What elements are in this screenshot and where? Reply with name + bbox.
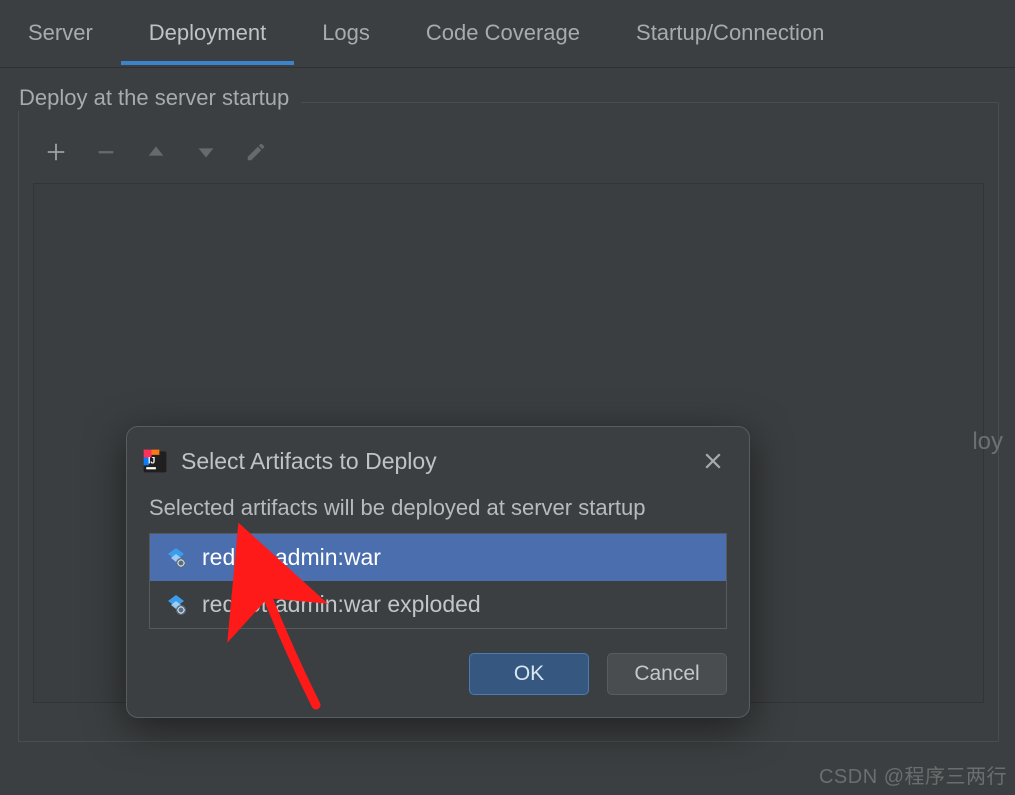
tab-code-coverage[interactable]: Code Coverage bbox=[398, 4, 608, 64]
edit-icon[interactable] bbox=[243, 139, 269, 165]
move-down-icon[interactable] bbox=[193, 139, 219, 165]
artifact-list: redpot-admin:war redpot-admin:war explod… bbox=[149, 533, 727, 629]
close-icon[interactable] bbox=[699, 447, 727, 475]
watermark: CSDN @程序三两行 bbox=[819, 760, 1007, 789]
background-ghost-text: loy bbox=[972, 428, 1003, 456]
svg-text:IJ: IJ bbox=[148, 456, 155, 466]
dialog-header: IJ Select Artifacts to Deploy bbox=[127, 427, 749, 485]
move-up-icon[interactable] bbox=[143, 139, 169, 165]
tab-logs[interactable]: Logs bbox=[294, 4, 398, 64]
add-icon[interactable] bbox=[43, 139, 69, 165]
dialog-footer: OK Cancel bbox=[127, 629, 749, 699]
artifact-item-war-exploded[interactable]: redpot-admin:war exploded bbox=[150, 581, 726, 628]
artifact-label: redpot-admin:war exploded bbox=[202, 591, 481, 618]
intellij-icon: IJ bbox=[141, 447, 169, 475]
deploy-toolbar bbox=[19, 131, 998, 179]
fieldset-legend: Deploy at the server startup bbox=[17, 85, 301, 111]
tab-server[interactable]: Server bbox=[20, 4, 121, 64]
dialog-title: Select Artifacts to Deploy bbox=[181, 448, 687, 475]
dialog-description: Selected artifacts will be deployed at s… bbox=[149, 495, 727, 521]
tab-startup-connection[interactable]: Startup/Connection bbox=[608, 4, 852, 64]
cancel-button[interactable]: Cancel bbox=[607, 653, 727, 695]
artifact-label: redpot-admin:war bbox=[202, 544, 381, 571]
artifact-icon bbox=[164, 593, 188, 617]
dialog-body: Selected artifacts will be deployed at s… bbox=[127, 485, 749, 629]
select-artifacts-dialog: IJ Select Artifacts to Deploy Selected a… bbox=[126, 426, 750, 718]
tabs-bar: Server Deployment Logs Code Coverage Sta… bbox=[0, 0, 1015, 68]
remove-icon[interactable] bbox=[93, 139, 119, 165]
artifact-icon bbox=[164, 546, 188, 570]
tab-deployment[interactable]: Deployment bbox=[121, 4, 294, 64]
ok-button[interactable]: OK bbox=[469, 653, 589, 695]
artifact-item-war[interactable]: redpot-admin:war bbox=[150, 534, 726, 581]
